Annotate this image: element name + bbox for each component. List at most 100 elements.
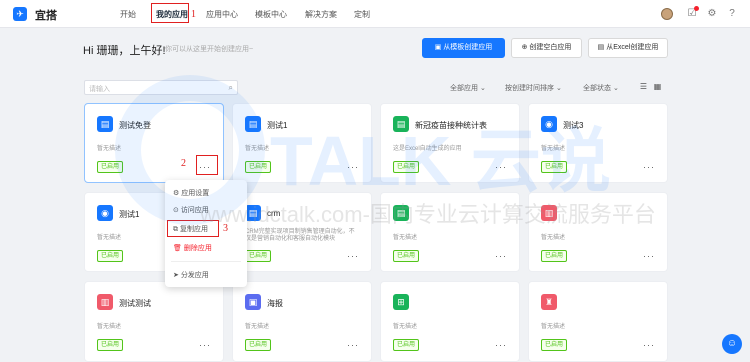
app-description: 暂无描述	[245, 146, 270, 152]
app-icon: ◉	[541, 116, 557, 132]
app-name: crm	[267, 209, 281, 218]
app-card[interactable]: ▣ 海报 暂无描述 已启用 ···	[232, 281, 372, 362]
grid-view-icon[interactable]: ▦	[653, 82, 662, 91]
app-card[interactable]: ▥ 测试测试暂无描述已启用 ···	[84, 281, 224, 362]
app-icon: ▤	[245, 116, 261, 132]
status-badge: 已启用	[393, 161, 420, 173]
app-icon: ▤	[393, 116, 409, 132]
app-icon: ⊞	[393, 294, 409, 310]
filter-all-apps[interactable]: 全部应用 ⌄	[450, 83, 486, 93]
app-icon: ▤	[245, 205, 261, 221]
search-placeholder: 请输入	[89, 86, 110, 93]
app-card[interactable]: ▤ crm CRM完整实现项目制销售管理自动化，不 仅是营销自动化和客服自动化模块 已启…	[232, 192, 372, 272]
app-description: 暂无描述	[541, 146, 566, 152]
app-card[interactable]: ▤ 测试1 暂无描述已启用 ···	[232, 103, 372, 183]
menu-item-share[interactable]: ➤ 分发应用	[173, 270, 209, 280]
search-icon: ⌕	[228, 83, 233, 92]
app-card[interactable]: ◉ 测试3 暂无描述已启用 ···	[528, 103, 668, 183]
app-card[interactable]: ▤ 暂无描述 已启用 ···	[380, 192, 520, 272]
nav-start[interactable]: 开始	[120, 9, 136, 20]
nav-solutions[interactable]: 解决方案	[305, 9, 337, 20]
menu-settings-label: 应用设置	[181, 190, 210, 197]
app-card[interactable]: ▥ 暂无描述已启用 ···	[528, 192, 668, 272]
menu-divider	[171, 261, 241, 262]
app-name: 测试1	[119, 210, 140, 219]
annotation-number-3: 3	[223, 223, 228, 234]
top-bar: ✈ 宜搭 开始 我的应用 应用中心 模板中心 解决方案 定制 ☑ ⚙ ?	[0, 0, 750, 28]
menu-item-delete[interactable]: 🗑 删除应用	[173, 243, 212, 253]
app-icon: ◉	[97, 205, 113, 221]
app-name: 海报	[267, 299, 283, 308]
app-icon: ▤	[97, 116, 113, 132]
app-name: 测试免登	[119, 121, 151, 130]
app-icon: ▥	[97, 294, 113, 310]
user-avatar[interactable]	[661, 8, 673, 20]
menu-visit-label: 访问应用	[180, 207, 209, 214]
app-description: 暂无描述	[393, 324, 418, 330]
app-icon: ▥	[541, 205, 557, 221]
status-badge: 已启用	[245, 250, 272, 262]
more-options-button[interactable]: ···	[347, 162, 359, 172]
status-badge: 已启用	[245, 161, 272, 173]
app-description: 暂无描述	[97, 146, 122, 152]
app-description: 暂无描述	[541, 235, 566, 241]
greeting-hint: 你可以从这里开始创建应用~	[165, 46, 254, 53]
nav-app-center[interactable]: 应用中心	[206, 9, 238, 20]
more-options-button[interactable]: ···	[347, 340, 359, 350]
status-badge: 已启用	[97, 339, 124, 351]
annotation-box-copy	[167, 220, 219, 237]
menu-delete-label: 删除应用	[183, 245, 212, 252]
filter-status[interactable]: 全部状态 ⌄	[583, 83, 619, 93]
more-options-button[interactable]: ···	[199, 340, 211, 350]
greeting: Hi 珊珊，上午好!	[83, 45, 166, 57]
menu-item-visit[interactable]: ⊙ 访问应用	[173, 205, 209, 215]
help-icon[interactable]: ?	[726, 8, 738, 20]
filter-sort[interactable]: 按创建时间排序 ⌄	[505, 83, 562, 93]
status-badge: 已启用	[393, 339, 420, 351]
more-options-button[interactable]: ···	[643, 340, 655, 350]
status-badge: 已启用	[541, 161, 568, 173]
annotation-number-1: 1	[191, 9, 196, 20]
yida-logo-icon[interactable]: ✈	[13, 7, 27, 21]
app-name: 测试3	[563, 121, 584, 130]
status-badge: 已启用	[541, 250, 568, 262]
app-name: 测试测试	[119, 299, 151, 308]
menu-item-settings[interactable]: ⚙ 应用设置	[173, 188, 209, 198]
annotation-box-my-apps	[151, 3, 189, 23]
status-badge: 已启用	[393, 250, 420, 262]
status-badge: 已启用	[541, 339, 568, 351]
app-description: 这是Excel自动生成的应用	[393, 146, 462, 152]
nav-custom[interactable]: 定制	[354, 9, 370, 20]
brand-name: 宜搭	[35, 10, 57, 22]
more-options-button[interactable]: ···	[495, 162, 507, 172]
nav-template-center[interactable]: 模板中心	[255, 9, 287, 20]
app-name: 新冠疫苗接种统计表	[415, 121, 487, 130]
app-description: 暂无描述	[97, 324, 122, 330]
create-from-template-button[interactable]: ▣ 从模板创建应用	[422, 38, 505, 58]
welcome-banner: Hi 珊珊，上午好! 你可以从这里开始创建应用~ ▣ 从模板创建应用 ⊕ 创建空…	[75, 33, 675, 63]
create-from-excel-button[interactable]: ▤ 从Excel创建应用	[588, 38, 668, 58]
help-chat-button[interactable]: ☺	[722, 334, 742, 354]
create-blank-label: 创建空白应用	[529, 44, 572, 51]
app-card[interactable]: ♜ 暂无描述 已启用 ···	[528, 281, 668, 362]
app-description-line2: 仅是营销自动化和客服自动化模块	[245, 236, 336, 242]
more-options-button[interactable]: ···	[643, 162, 655, 172]
more-options-button[interactable]: ···	[643, 251, 655, 261]
app-icon: ▣	[245, 294, 261, 310]
notification-dot	[694, 6, 699, 11]
create-from-excel-label: 从Excel创建应用	[606, 44, 659, 51]
app-card[interactable]: ▤ 新冠疫苗接种统计表这是Excel自动生成的应用已启用 ···	[380, 103, 520, 183]
more-options-button[interactable]: ···	[495, 340, 507, 350]
create-from-template-label: 从模板创建应用	[443, 44, 493, 51]
app-card[interactable]: ⊞ 暂无描述已启用 ···	[380, 281, 520, 362]
app-name: 测试1	[267, 121, 288, 130]
search-input[interactable]: 请输入 ⌕	[84, 80, 238, 95]
list-view-icon[interactable]: ☰	[639, 82, 648, 91]
app-description: 暂无描述	[393, 235, 418, 241]
more-options-button[interactable]: ···	[495, 251, 507, 261]
gear-icon[interactable]: ⚙	[706, 8, 718, 20]
status-badge: 已启用	[97, 161, 124, 173]
more-options-button[interactable]: ···	[347, 251, 359, 261]
app-icon: ♜	[541, 294, 557, 310]
create-blank-button[interactable]: ⊕ 创建空白应用	[511, 38, 582, 58]
